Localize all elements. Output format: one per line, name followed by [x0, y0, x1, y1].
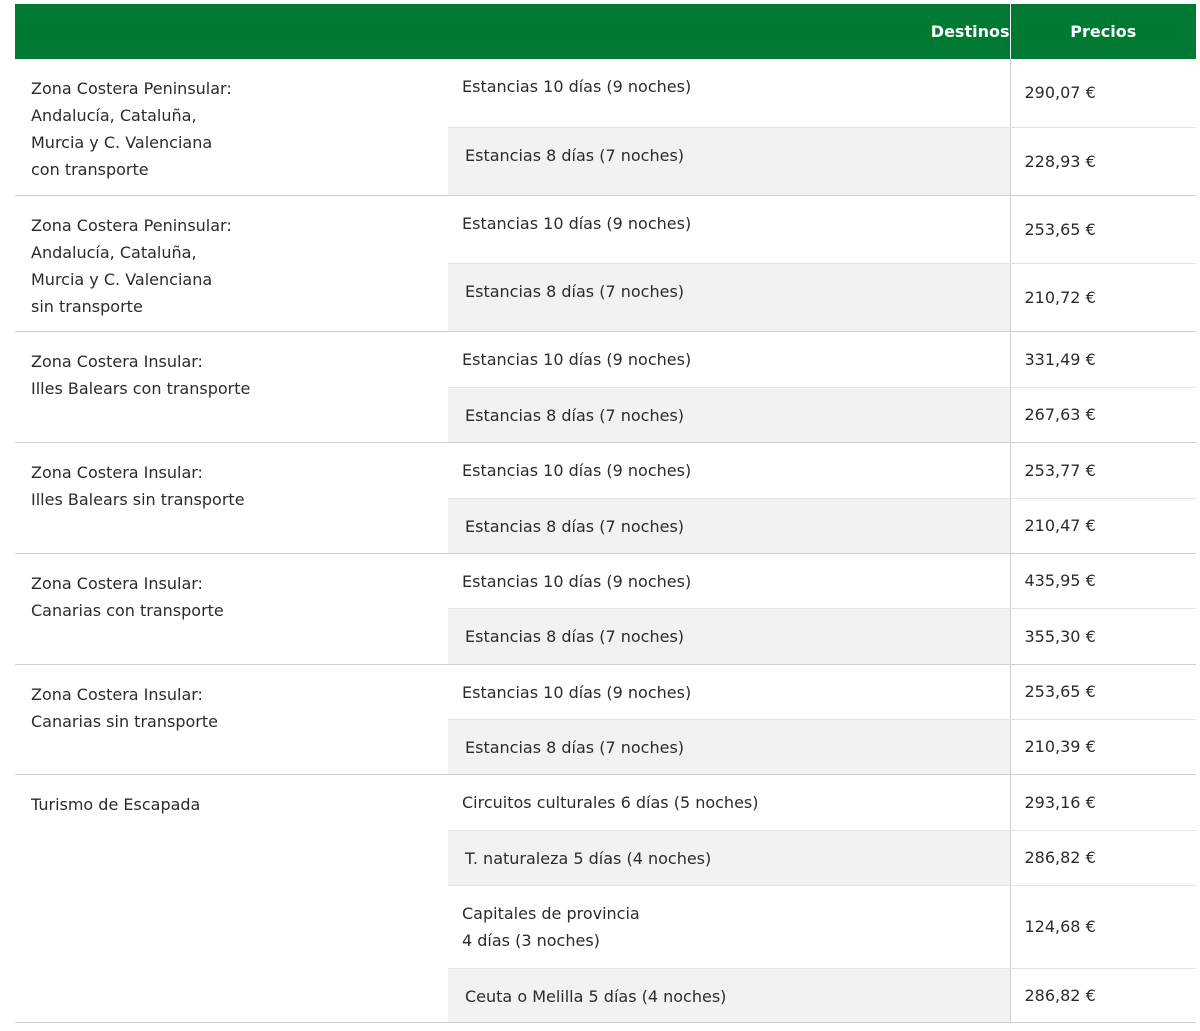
stay-label: Estancias 10 días (9 noches)	[462, 571, 692, 591]
price-cell: 253,65 €	[1009, 664, 1196, 720]
stay-label: Estancias 8 días (7 noches)	[465, 281, 685, 301]
stay-cell: Estancias 10 días (9 noches)	[448, 331, 1010, 388]
price-cell: 293,16 €	[1009, 774, 1196, 831]
table-body: Zona Costera Peninsular: Andalucía, Cata…	[15, 59, 1196, 1023]
zone-label: Zona Costera Peninsular: Andalucía, Cata…	[31, 79, 232, 179]
stay-label: Estancias 10 días (9 noches)	[462, 682, 692, 702]
zone-cell: Zona Costera Insular: Illes Balears sin …	[15, 442, 448, 554]
stay-cell: Estancias 10 días (9 noches)	[448, 59, 1010, 128]
header-destinos: Destinos	[15, 4, 1010, 59]
stay-label: Estancias 8 días (7 noches)	[465, 145, 685, 165]
stay-cell: Estancias 8 días (7 noches)	[448, 263, 1010, 332]
price-cell: 355,30 €	[1009, 608, 1196, 665]
stay-cell: Estancias 8 días (7 noches)	[448, 719, 1010, 775]
table-row: Zona Costera Peninsular: Andalucía, Cata…	[15, 59, 1196, 196]
zone-cell: Zona Costera Peninsular: Andalucía, Cata…	[15, 59, 448, 196]
table-row: Zona Costera Peninsular: Andalucía, Cata…	[15, 195, 1196, 332]
stay-cell: Estancias 8 días (7 noches)	[448, 127, 1010, 196]
price-cell: 267,63 €	[1009, 387, 1196, 443]
table-row: Zona Costera Insular: Illes Balears con …	[15, 331, 1196, 443]
table-row: Zona Costera Insular: Canarias con trans…	[15, 553, 1196, 665]
price-cell: 124,68 €	[1009, 885, 1196, 969]
price-cell: 253,77 €	[1009, 442, 1196, 499]
zone-cell: Zona Costera Insular: Canarias sin trans…	[15, 664, 448, 775]
zone-label: Turismo de Escapada	[31, 794, 201, 814]
prices-table-container: Destinos Precios Zona Costera Peninsular…	[15, 4, 1196, 1023]
stay-cell: Estancias 10 días (9 noches)	[448, 553, 1010, 609]
header-precios: Precios	[1009, 4, 1196, 59]
zone-label: Zona Costera Insular: Canarias con trans…	[31, 573, 224, 620]
price-cell: 286,82 €	[1009, 830, 1196, 886]
zone-label: Zona Costera Insular: Illes Balears con …	[31, 351, 251, 398]
price-cell: 210,72 €	[1009, 263, 1196, 332]
stay-cell: T. naturaleza 5 días (4 noches)	[448, 830, 1010, 886]
stay-label: T. naturaleza 5 días (4 noches)	[465, 848, 712, 868]
table-row: Zona Costera Insular: Illes Balears sin …	[15, 442, 1196, 554]
stay-cell: Estancias 10 días (9 noches)	[448, 442, 1010, 499]
stay-cell: Estancias 8 días (7 noches)	[448, 498, 1010, 554]
stay-label: Ceuta o Melilla 5 días (4 noches)	[465, 986, 727, 1006]
stay-label: Estancias 8 días (7 noches)	[465, 737, 685, 757]
price-cell: 253,65 €	[1009, 195, 1196, 264]
zone-cell: Zona Costera Peninsular: Andalucía, Cata…	[15, 195, 448, 332]
stay-label: Estancias 10 días (9 noches)	[462, 213, 692, 233]
table-header-row: Destinos Precios	[15, 4, 1196, 59]
zone-cell: Zona Costera Insular: Illes Balears con …	[15, 331, 448, 443]
price-cell: 331,49 €	[1009, 331, 1196, 388]
stay-label: Estancias 8 días (7 noches)	[465, 516, 685, 536]
price-cell: 228,93 €	[1009, 127, 1196, 196]
zone-cell: Turismo de Escapada	[15, 774, 448, 1023]
price-cell: 210,39 €	[1009, 719, 1196, 775]
stay-label: Estancias 10 días (9 noches)	[462, 349, 692, 369]
stay-label: Estancias 8 días (7 noches)	[465, 405, 685, 425]
price-cell: 290,07 €	[1009, 59, 1196, 128]
table-row: Zona Costera Insular: Canarias sin trans…	[15, 664, 1196, 775]
stay-cell: Circuitos culturales 6 días (5 noches)	[448, 774, 1010, 831]
zone-cell: Zona Costera Insular: Canarias con trans…	[15, 553, 448, 665]
stay-cell: Estancias 10 días (9 noches)	[448, 195, 1010, 264]
zone-label: Zona Costera Peninsular: Andalucía, Cata…	[31, 215, 232, 316]
stay-cell: Estancias 10 días (9 noches)	[448, 664, 1010, 720]
stay-cell: Ceuta o Melilla 5 días (4 noches)	[448, 968, 1010, 1023]
price-cell: 210,47 €	[1009, 498, 1196, 554]
table-row: Turismo de Escapada Circuitos culturales …	[15, 774, 1196, 1023]
stay-label: Estancias 10 días (9 noches)	[462, 77, 692, 96]
stay-cell: Capitales de provincia 4 días (3 noches)	[448, 885, 1010, 969]
stay-label: Estancias 10 días (9 noches)	[462, 460, 692, 480]
zone-label: Zona Costera Insular: Canarias sin trans…	[31, 684, 218, 731]
stay-label: Circuitos culturales 6 días (5 noches)	[462, 792, 759, 812]
price-cell: 286,82 €	[1009, 968, 1196, 1023]
stay-cell: Estancias 8 días (7 noches)	[448, 387, 1010, 443]
stay-label: Estancias 8 días (7 noches)	[465, 626, 685, 646]
prices-table: Destinos Precios Zona Costera Peninsular…	[15, 4, 1196, 1023]
zone-label: Zona Costera Insular: Illes Balears sin …	[31, 462, 245, 509]
stay-label: Capitales de provincia 4 días (3 noches)	[462, 903, 640, 950]
stay-cell: Estancias 8 días (7 noches)	[448, 608, 1010, 665]
price-cell: 435,95 €	[1009, 553, 1196, 609]
